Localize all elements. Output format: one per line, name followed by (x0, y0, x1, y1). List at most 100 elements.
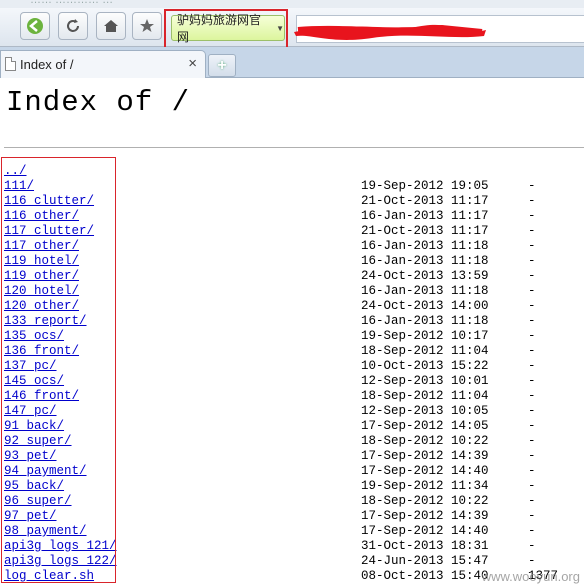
window-title-bar: …… ………… … (0, 0, 584, 8)
file-link[interactable]: 117_clutter/ (4, 224, 94, 238)
new-tab-button[interactable]: + (208, 54, 236, 77)
modified-date: 16-Jan-2013 11:18 (361, 239, 489, 253)
file-link[interactable]: 136_front/ (4, 344, 79, 358)
list-item: api3g_logs_121/31-Oct-2013 18:31 - (0, 539, 584, 554)
list-item: 146_front/18-Sep-2012 11:04 - (0, 389, 584, 404)
modified-date: 08-Oct-2013 15:40 (361, 569, 489, 583)
file-size: - (528, 194, 536, 208)
list-item: 91_back/17-Sep-2012 14:05 - (0, 419, 584, 434)
file-size: - (528, 389, 536, 403)
file-size: - (528, 299, 536, 313)
file-link[interactable]: 137_pc/ (4, 359, 57, 373)
divider (4, 147, 584, 148)
page-icon (5, 57, 16, 71)
list-item: 135_ocs/19-Sep-2012 10:17 - (0, 329, 584, 344)
list-item: 94_payment/17-Sep-2012 14:40 - (0, 464, 584, 479)
list-item: 98_payment/17-Sep-2012 14:40 - (0, 524, 584, 539)
modified-date: 19-Sep-2012 11:34 (361, 479, 489, 493)
file-link[interactable]: 119_hotel/ (4, 254, 79, 268)
file-size: - (528, 254, 536, 268)
redaction-scribble (294, 24, 486, 40)
modified-date: 16-Jan-2013 11:18 (361, 284, 489, 298)
file-link[interactable]: 92_super/ (4, 434, 72, 448)
file-link[interactable]: 117_other/ (4, 239, 79, 253)
list-item: 93_pet/17-Sep-2012 14:39 - (0, 449, 584, 464)
modified-date: 18-Sep-2012 11:04 (361, 389, 489, 403)
file-link[interactable]: 96_super/ (4, 494, 72, 508)
modified-date: 10-Oct-2013 15:22 (361, 359, 489, 373)
modified-date: 12-Sep-2013 10:01 (361, 374, 489, 388)
list-item: 119_hotel/16-Jan-2013 11:18 - (0, 254, 584, 269)
refresh-icon (67, 19, 79, 32)
modified-date: 21-Oct-2013 11:17 (361, 224, 489, 238)
file-link[interactable]: 95_back/ (4, 479, 64, 493)
file-link[interactable]: 116_clutter/ (4, 194, 94, 208)
back-button[interactable] (20, 12, 50, 40)
file-size: - (528, 509, 536, 523)
file-link[interactable]: 97_pet/ (4, 509, 57, 523)
file-link[interactable]: 94_payment/ (4, 464, 87, 478)
star-icon (140, 19, 154, 32)
file-link[interactable]: ../ (4, 164, 27, 178)
refresh-button[interactable] (58, 12, 88, 40)
favorites-button[interactable] (132, 12, 162, 40)
file-link[interactable]: api3g_logs_121/ (4, 539, 117, 553)
watermark: www.wooyun.org (481, 569, 580, 584)
list-item: 120_hotel/16-Jan-2013 11:18 - (0, 284, 584, 299)
list-item: api3g_logs_122/24-Jun-2013 15:47 - (0, 554, 584, 569)
file-size: - (528, 269, 536, 283)
modified-date: 24-Oct-2013 14:00 (361, 299, 489, 313)
list-item: 136_front/18-Sep-2012 11:04 - (0, 344, 584, 359)
modified-date: 16-Jan-2013 11:17 (361, 209, 489, 223)
file-link[interactable]: 98_payment/ (4, 524, 87, 538)
file-size: - (528, 464, 536, 478)
file-link[interactable]: 133_report/ (4, 314, 87, 328)
file-link[interactable]: api3g_logs_122/ (4, 554, 117, 568)
file-link[interactable]: 93_pet/ (4, 449, 57, 463)
tab-index[interactable]: Index of / × (0, 50, 206, 78)
modified-date: 24-Oct-2013 13:59 (361, 269, 489, 283)
file-size: - (528, 404, 536, 418)
file-size: - (528, 224, 536, 238)
close-icon[interactable]: × (188, 55, 197, 72)
list-item: 116_other/16-Jan-2013 11:17 - (0, 209, 584, 224)
file-link[interactable]: 116_other/ (4, 209, 79, 223)
file-link[interactable]: 91_back/ (4, 419, 64, 433)
file-link[interactable]: 146_front/ (4, 389, 79, 403)
file-link[interactable]: 119_other/ (4, 269, 79, 283)
home-button[interactable] (96, 12, 126, 40)
home-icon (104, 20, 118, 32)
file-size: - (528, 239, 536, 253)
modified-date: 31-Oct-2013 18:31 (361, 539, 489, 553)
file-size: - (528, 524, 536, 538)
file-link[interactable]: 147_pc/ (4, 404, 57, 418)
file-size: - (528, 479, 536, 493)
file-size: - (528, 314, 536, 328)
list-item: 147_pc/12-Sep-2013 10:05 - (0, 404, 584, 419)
file-size: - (528, 209, 536, 223)
list-item: 92_super/18-Sep-2012 10:22 - (0, 434, 584, 449)
modified-date: 19-Sep-2012 19:05 (361, 179, 489, 193)
list-item: 95_back/19-Sep-2012 11:34 - (0, 479, 584, 494)
list-item: 111/19-Sep-2012 19:05 - (0, 179, 584, 194)
file-size: - (528, 539, 536, 553)
browser-toolbar: 驴妈妈旅游网官网 ▼ (0, 8, 584, 49)
file-size: - (528, 494, 536, 508)
page-title: Index of / (6, 86, 191, 119)
list-item: 145_ocs/12-Sep-2013 10:01 - (0, 374, 584, 389)
modified-date: 17-Sep-2012 14:39 (361, 449, 489, 463)
file-link[interactable]: 120_other/ (4, 299, 79, 313)
list-item: 137_pc/10-Oct-2013 15:22 - (0, 359, 584, 374)
file-link[interactable]: 111/ (4, 179, 34, 193)
file-size: - (528, 374, 536, 388)
file-link[interactable]: log_clear.sh (4, 569, 94, 583)
list-item: 133_report/16-Jan-2013 11:18 - (0, 314, 584, 329)
file-link[interactable]: 135_ocs/ (4, 329, 64, 343)
list-item: 97_pet/17-Sep-2012 14:39 - (0, 509, 584, 524)
plus-icon: + (217, 56, 227, 74)
file-link[interactable]: 145_ocs/ (4, 374, 64, 388)
modified-date: 17-Sep-2012 14:39 (361, 509, 489, 523)
file-size: - (528, 449, 536, 463)
modified-date: 16-Jan-2013 11:18 (361, 254, 489, 268)
file-link[interactable]: 120_hotel/ (4, 284, 79, 298)
